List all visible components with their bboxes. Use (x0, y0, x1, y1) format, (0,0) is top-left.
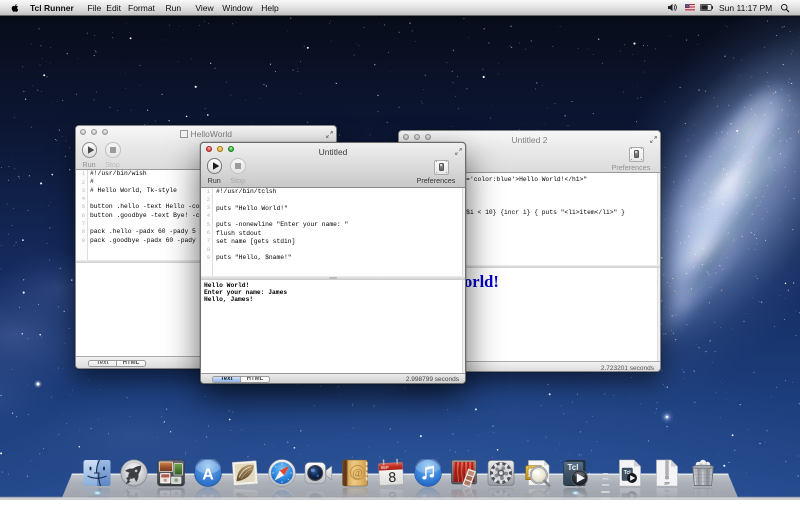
svg-text:ZIP: ZIP (664, 481, 670, 485)
svg-text:ZIP: ZIP (664, 488, 670, 492)
svg-text:8: 8 (388, 468, 397, 484)
svg-text:@: @ (352, 494, 363, 506)
svg-text:@: @ (352, 467, 363, 479)
svg-text:A: A (202, 466, 214, 483)
svg-text:8: 8 (388, 488, 397, 504)
svg-text:A: A (202, 490, 214, 507)
